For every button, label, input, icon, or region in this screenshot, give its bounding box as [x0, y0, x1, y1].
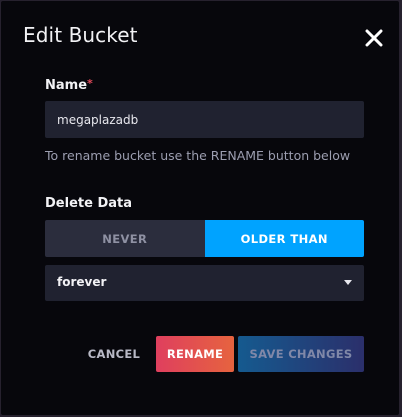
delete-older-than-option[interactable]: OLDER THAN — [204, 220, 364, 257]
retention-duration-select[interactable]: forever — [45, 265, 364, 301]
rename-button[interactable]: RENAME — [156, 336, 234, 372]
name-label-text: Name — [45, 78, 88, 93]
name-label: Name* — [45, 77, 93, 93]
delete-data-label: Delete Data — [45, 196, 132, 211]
delete-never-option[interactable]: NEVER — [45, 220, 205, 257]
save-changes-button[interactable]: SAVE CHANGES — [238, 336, 364, 372]
dialog-title: Edit Bucket — [23, 23, 138, 47]
close-icon-glyph — [365, 29, 383, 47]
retention-duration-value: forever — [57, 275, 107, 289]
edit-bucket-dialog: Edit Bucket Name* To rename bucket use t… — [1, 1, 399, 415]
cancel-button[interactable]: CANCEL — [81, 336, 147, 372]
rename-helper-text: To rename bucket use the RENAME button b… — [45, 148, 351, 163]
delete-data-toggle: NEVER OLDER THAN — [45, 220, 364, 257]
bucket-name-input[interactable] — [45, 101, 364, 138]
required-marker: * — [87, 77, 93, 90]
caret-down-icon — [344, 280, 352, 285]
close-icon[interactable] — [362, 26, 386, 50]
